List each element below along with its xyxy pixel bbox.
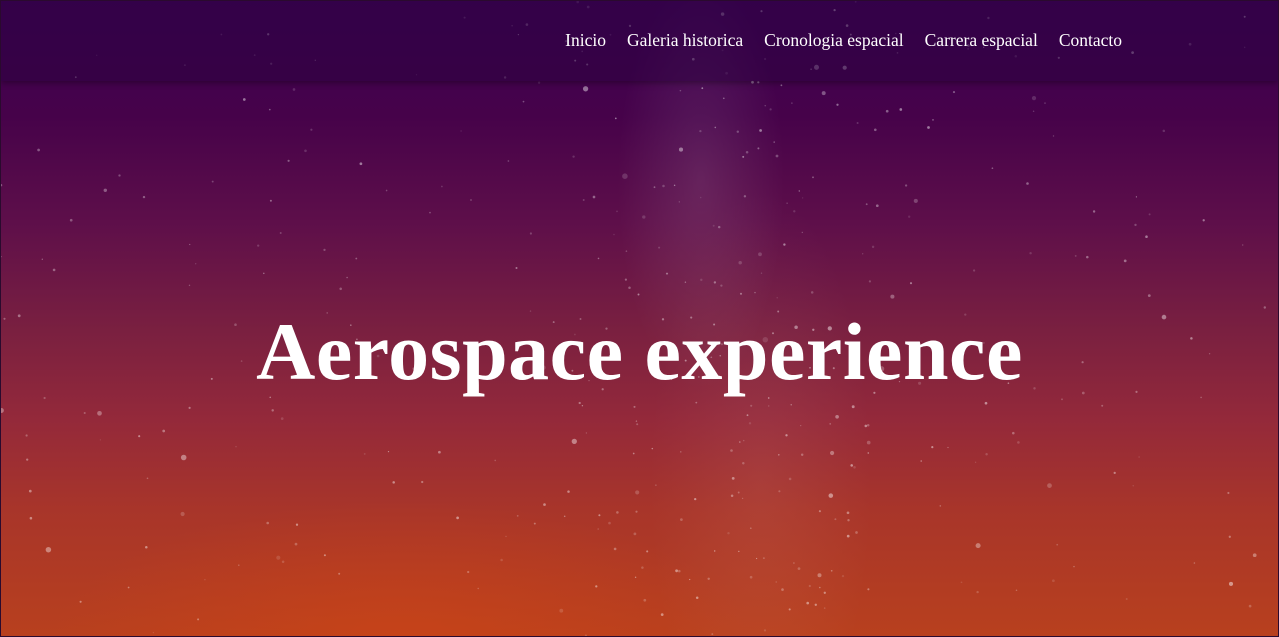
top-navbar: Inicio Galeria historica Cronologia espa… <box>1 1 1278 81</box>
nav-item-cronologia-espacial: Cronologia espacial <box>764 29 903 51</box>
nav-link-carrera-espacial[interactable]: Carrera espacial <box>925 30 1038 50</box>
nav-link-cronologia-espacial[interactable]: Cronologia espacial <box>764 30 903 50</box>
nav-item-contacto: Contacto <box>1059 29 1122 51</box>
hero-title: Aerospace experience <box>256 306 1023 397</box>
nav-link-contacto[interactable]: Contacto <box>1059 30 1122 50</box>
nav-item-inicio: Inicio <box>565 29 606 51</box>
nav-link-galeria-historica[interactable]: Galeria historica <box>627 30 743 50</box>
nav-link-inicio[interactable]: Inicio <box>565 30 606 50</box>
nav-list: Inicio Galeria historica Cronologia espa… <box>565 29 1122 51</box>
nav-item-carrera-espacial: Carrera espacial <box>925 29 1038 51</box>
nav-item-galeria-historica: Galeria historica <box>627 29 743 51</box>
page: Inicio Galeria historica Cronologia espa… <box>0 0 1279 637</box>
